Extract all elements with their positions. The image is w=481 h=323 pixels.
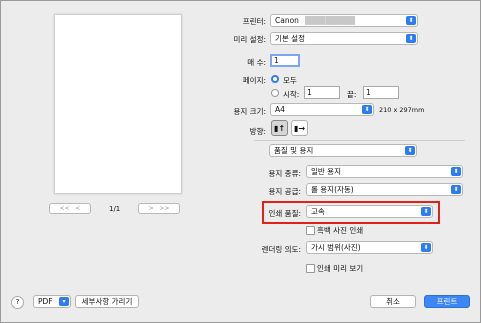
paper-size-label: 용지 크기: [233, 107, 266, 116]
presets-label: 미리 설정: [233, 35, 266, 44]
printer-select[interactable]: Canon ████ ██████ ⬍ [270, 14, 418, 27]
print-preview-label: 인쇄 미리 보기 [317, 264, 364, 273]
chevron-updown-icon: ⬍ [362, 105, 372, 114]
print-button[interactable]: 프린트 [424, 295, 470, 308]
pdf-label: PDF [38, 297, 53, 306]
copies-input[interactable]: 1 [270, 54, 300, 67]
print-quality-value: 고속 [311, 207, 325, 216]
chevron-updown-icon: ⬍ [451, 167, 461, 176]
section-select[interactable]: 품질 및 용지 ⬍ [269, 144, 417, 157]
print-preview-checkbox[interactable] [306, 264, 315, 273]
cancel-button[interactable]: 취소 [370, 295, 416, 308]
landscape-icon: ▮→ [293, 123, 306, 133]
printer-value: Canon [275, 16, 299, 25]
rendering-select[interactable]: 가시 범위(사진) ⬍ [306, 241, 433, 254]
last-page-icon[interactable]: >> [159, 205, 169, 212]
chevron-updown-icon: ⬍ [405, 146, 415, 155]
paper-source-value: 롤 용지(자동) [311, 185, 354, 194]
print-quality-label: 인쇄 품질: [268, 209, 301, 218]
grayscale-checkbox[interactable] [306, 226, 315, 235]
pages-label: 페이지: [242, 76, 266, 85]
hide-details-button[interactable]: 세부사항 가리기 [75, 295, 139, 308]
separator [254, 140, 465, 141]
pages-all-radio[interactable] [271, 75, 279, 83]
chevron-updown-icon: ⬍ [421, 207, 431, 216]
portrait-icon: ▮↑ [273, 123, 286, 133]
page-indicator: 1/1 [109, 205, 121, 213]
paper-size-select[interactable]: A4 ⬍ [270, 103, 374, 116]
print-dialog: << < 1/1 > >> 프린터: Canon ████ ██████ ⬍ 미… [0, 0, 481, 323]
paper-size-value: A4 [275, 105, 285, 114]
chevron-updown-icon: ⬍ [451, 185, 461, 194]
paper-size-dims: 210 x 297mm [379, 106, 425, 114]
pages-all-label: 모두 [283, 76, 297, 85]
page-preview [54, 14, 182, 194]
pages-range-radio[interactable] [271, 89, 279, 97]
orientation-label: 방향: [249, 127, 266, 136]
pages-to-label: 끝: [347, 90, 357, 99]
chevron-updown-icon: ⬍ [406, 34, 416, 43]
presets-value: 기본 설정 [275, 34, 305, 43]
print-quality-select[interactable]: 고속 ⬍ [306, 205, 433, 218]
grayscale-label: 흑백 사진 인쇄 [317, 226, 364, 235]
copies-label: 매 수: [247, 58, 266, 67]
chevron-updown-icon: ⬍ [421, 243, 431, 252]
preview-nav-first-prev[interactable]: << < [49, 203, 91, 214]
help-button[interactable]: ? [11, 296, 24, 309]
printer-model-redacted: ████ ██████ [304, 16, 355, 25]
chevron-down-icon: ▾ [59, 297, 69, 306]
orientation-portrait-button[interactable]: ▮↑ [271, 120, 288, 136]
pages-from-input[interactable]: 1 [304, 86, 340, 99]
next-page-icon[interactable]: > [149, 205, 154, 212]
presets-select[interactable]: 기본 설정 ⬍ [270, 32, 418, 45]
rendering-label: 렌더링 의도: [261, 245, 301, 254]
media-type-label: 용지 종류: [268, 169, 301, 178]
first-page-icon[interactable]: << [60, 205, 70, 212]
prev-page-icon[interactable]: < [75, 205, 80, 212]
pdf-menu-button[interactable]: PDF ▾ [33, 295, 71, 308]
orientation-landscape-button[interactable]: ▮→ [291, 120, 308, 136]
media-type-value: 일반 용지 [311, 167, 341, 176]
chevron-updown-icon: ⬍ [406, 16, 416, 25]
section-value: 품질 및 용지 [274, 146, 314, 155]
preview-nav-next-last[interactable]: > >> [138, 203, 180, 214]
pages-from-label: 시작: [283, 90, 300, 99]
pages-to-input[interactable]: 1 [363, 86, 399, 99]
media-type-select[interactable]: 일반 용지 ⬍ [306, 165, 463, 178]
printer-label: 프린터: [242, 17, 266, 26]
rendering-value: 가시 범위(사진) [311, 243, 361, 252]
paper-source-label: 용지 공급: [268, 187, 301, 196]
paper-source-select[interactable]: 롤 용지(자동) ⬍ [306, 183, 463, 196]
